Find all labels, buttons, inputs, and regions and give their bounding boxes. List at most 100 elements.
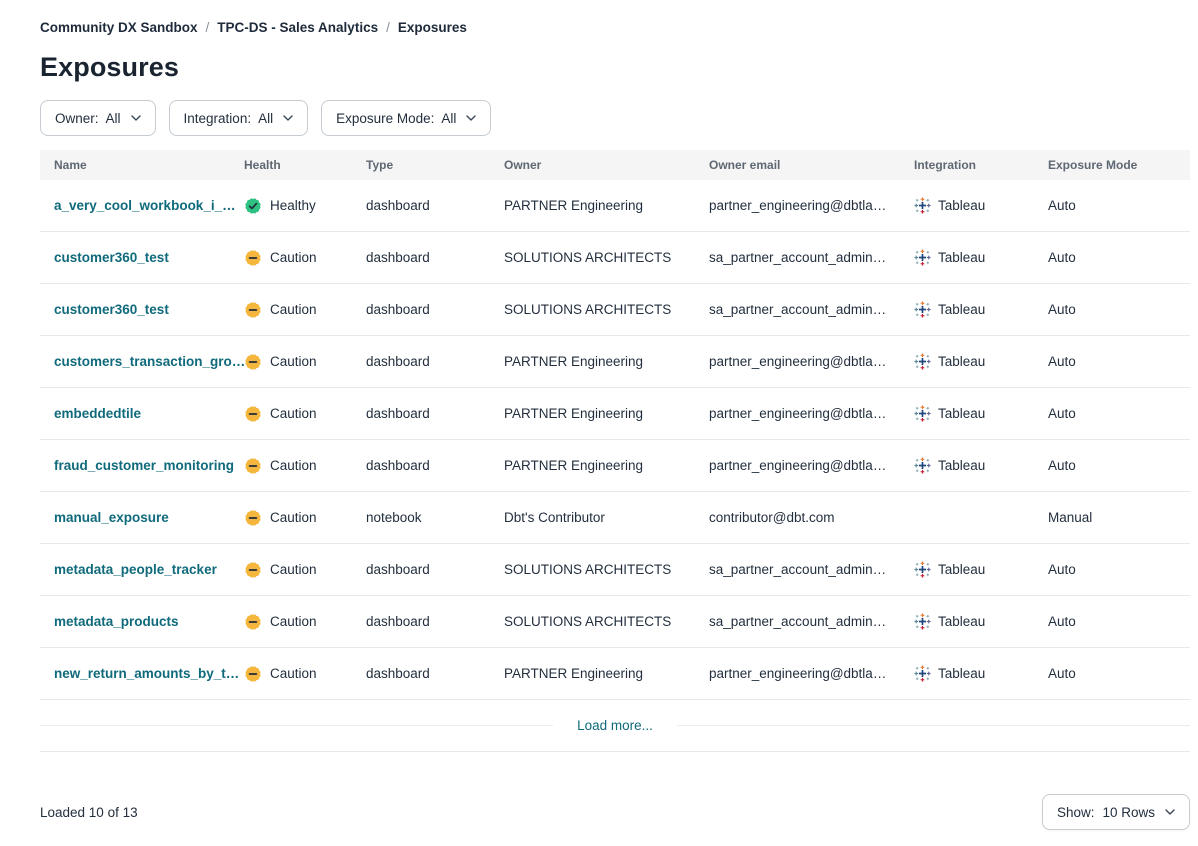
integration-cell: Tableau: [914, 301, 1048, 318]
breadcrumb: Community DX Sandbox / TPC-DS - Sales An…: [40, 20, 1190, 35]
health-status-icon: [244, 457, 262, 475]
chevron-down-icon: [283, 115, 293, 121]
table-row: manual_exposure Caution notebook Dbt's C…: [40, 492, 1190, 544]
owner-cell: PARTNER Engineering: [504, 354, 709, 369]
health-label: Caution: [270, 354, 317, 369]
exposure-name-link[interactable]: metadata_people_tracker: [54, 562, 217, 577]
filter-bar: Owner: All Integration: All Exposure Mod…: [40, 100, 1190, 136]
exposure-name-link[interactable]: customer360_test: [54, 302, 169, 317]
owner-cell: PARTNER Engineering: [504, 406, 709, 421]
breadcrumb-project-link[interactable]: Community DX Sandbox: [40, 20, 198, 35]
integration-cell: Tableau: [914, 197, 1048, 214]
health-status-icon: [244, 197, 262, 215]
table-footer: Loaded 10 of 13 Show: 10 Rows: [40, 794, 1190, 830]
chevron-down-icon: [131, 115, 141, 121]
page-title: Exposures: [40, 52, 1190, 83]
exposure-name-link[interactable]: metadata_products: [54, 614, 179, 629]
health-status-icon: [244, 405, 262, 423]
column-header-exposure-mode: Exposure Mode: [1048, 158, 1190, 172]
owner-filter-dropdown[interactable]: Owner: All: [40, 100, 156, 136]
type-cell: dashboard: [366, 354, 504, 369]
health-label: Caution: [270, 302, 317, 317]
type-cell: dashboard: [366, 250, 504, 265]
health-cell: Caution: [244, 613, 366, 631]
tableau-icon: [914, 405, 931, 422]
owner-email-cell: sa_partner_account_admin…: [709, 562, 914, 577]
column-header-owner: Owner: [504, 158, 709, 172]
chevron-down-icon: [466, 115, 476, 121]
owner-email-cell: sa_partner_account_admin…: [709, 614, 914, 629]
exposure-name-link[interactable]: new_return_amounts_by_t…: [54, 666, 239, 681]
exposure-name-link[interactable]: fraud_customer_monitoring: [54, 458, 234, 473]
health-cell: Caution: [244, 561, 366, 579]
integration-label: Tableau: [938, 302, 985, 317]
exposure-mode-cell: Auto: [1048, 302, 1190, 317]
tableau-icon: [914, 301, 931, 318]
health-label: Healthy: [270, 198, 316, 213]
owner-email-cell: partner_engineering@dbtla…: [709, 198, 914, 213]
exposure-name-link[interactable]: customers_transaction_gro…: [54, 354, 244, 369]
exposure-mode-filter-dropdown[interactable]: Exposure Mode: All: [321, 100, 491, 136]
owner-cell: SOLUTIONS ARCHITECTS: [504, 302, 709, 317]
load-more-section: Load more...: [40, 700, 1190, 752]
column-header-type: Type: [366, 158, 504, 172]
owner-email-cell: sa_partner_account_admin…: [709, 250, 914, 265]
table-row: fraud_customer_monitoring Caution dashbo…: [40, 440, 1190, 492]
table-row: customer360_test Caution dashboard SOLUT…: [40, 232, 1190, 284]
owner-email-cell: contributor@dbt.com: [709, 510, 914, 525]
type-cell: dashboard: [366, 198, 504, 213]
integration-filter-dropdown[interactable]: Integration: All: [169, 100, 309, 136]
health-cell: Caution: [244, 457, 366, 475]
exposure-name-link[interactable]: embeddedtile: [54, 406, 141, 421]
health-label: Caution: [270, 666, 317, 681]
integration-cell: Tableau: [914, 457, 1048, 474]
integration-label: Tableau: [938, 562, 985, 577]
health-label: Caution: [270, 250, 317, 265]
owner-cell: SOLUTIONS ARCHITECTS: [504, 614, 709, 629]
health-status-icon: [244, 249, 262, 267]
health-status-icon: [244, 613, 262, 631]
integration-label: Tableau: [938, 354, 985, 369]
exposures-page: Community DX Sandbox / TPC-DS - Sales An…: [0, 0, 1198, 830]
breadcrumb-environment-link[interactable]: TPC-DS - Sales Analytics: [217, 20, 378, 35]
rows-per-page-dropdown[interactable]: Show: 10 Rows: [1042, 794, 1190, 830]
column-header-owner-email: Owner email: [709, 158, 914, 172]
exposure-name-link[interactable]: manual_exposure: [54, 510, 169, 525]
health-cell: Caution: [244, 353, 366, 371]
column-header-integration: Integration: [914, 158, 1048, 172]
health-cell: Caution: [244, 249, 366, 267]
owner-cell: PARTNER Engineering: [504, 458, 709, 473]
exposure-name-link[interactable]: customer360_test: [54, 250, 169, 265]
owner-cell: SOLUTIONS ARCHITECTS: [504, 250, 709, 265]
health-cell: Caution: [244, 509, 366, 527]
exposure-mode-cell: Auto: [1048, 198, 1190, 213]
loaded-count-text: Loaded 10 of 13: [40, 805, 138, 820]
divider: [40, 725, 553, 726]
exposure-mode-cell: Auto: [1048, 614, 1190, 629]
health-cell: Caution: [244, 665, 366, 683]
integration-label: Tableau: [938, 198, 985, 213]
tableau-icon: [914, 561, 931, 578]
column-header-health: Health: [244, 158, 366, 172]
show-value: 10 Rows: [1102, 805, 1155, 820]
health-status-icon: [244, 665, 262, 683]
exposure-mode-cell: Auto: [1048, 354, 1190, 369]
filter-value: All: [106, 111, 121, 126]
owner-cell: PARTNER Engineering: [504, 198, 709, 213]
type-cell: dashboard: [366, 458, 504, 473]
exposure-mode-cell: Auto: [1048, 458, 1190, 473]
type-cell: dashboard: [366, 614, 504, 629]
type-cell: dashboard: [366, 406, 504, 421]
tableau-icon: [914, 249, 931, 266]
integration-label: Tableau: [938, 614, 985, 629]
health-label: Caution: [270, 458, 317, 473]
exposure-mode-cell: Manual: [1048, 510, 1190, 525]
exposure-name-link[interactable]: a_very_cool_workbook_i_…: [54, 198, 236, 213]
owner-email-cell: partner_engineering@dbtla…: [709, 458, 914, 473]
load-more-link[interactable]: Load more...: [577, 718, 653, 733]
table-body: a_very_cool_workbook_i_… Healthy dashboa…: [40, 180, 1190, 700]
integration-cell: Tableau: [914, 561, 1048, 578]
filter-value: All: [441, 111, 456, 126]
health-label: Caution: [270, 510, 317, 525]
exposure-mode-cell: Auto: [1048, 562, 1190, 577]
